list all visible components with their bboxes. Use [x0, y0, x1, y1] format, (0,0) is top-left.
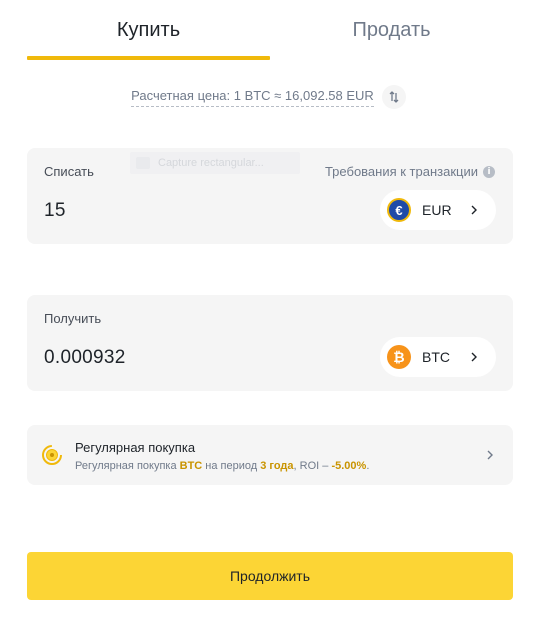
spend-amount-input[interactable]	[44, 200, 304, 222]
recurring-roi-prefix: , ROI –	[293, 460, 332, 472]
euro-icon: €	[387, 198, 411, 222]
bitcoin-icon: ₿	[387, 345, 411, 369]
capture-overlay: Capture rectangular...	[130, 152, 300, 174]
estimated-rate-row: Расчетная цена: 1 BTC ≈ 16,092.58 EUR	[0, 84, 537, 110]
chevron-right-icon	[471, 352, 477, 362]
recurring-roi-value: -5.00%	[331, 460, 367, 472]
spend-currency-selector[interactable]: € EUR	[380, 190, 496, 230]
buy-sell-tabs: Купить Продать	[27, 0, 513, 60]
chevron-right-icon	[471, 205, 477, 215]
info-icon[interactable]: i	[483, 165, 495, 178]
tab-sell[interactable]: Продать	[270, 0, 513, 60]
recurring-coin: BTC	[179, 460, 203, 472]
recurring-subtitle-mid: на период	[202, 460, 261, 472]
receive-amount-input[interactable]	[44, 347, 304, 369]
transaction-requirements-label: Требования к транзакции	[324, 164, 478, 179]
transaction-requirements[interactable]: Требования к транзакции i	[325, 164, 495, 179]
receive-currency-name: BTC	[422, 349, 450, 365]
continue-button[interactable]: Продолжить	[27, 552, 513, 600]
recurring-subtitle-prefix: Регулярная покупка	[75, 460, 180, 472]
estimated-rate-text[interactable]: Расчетная цена: 1 BTC ≈ 16,092.58 EUR	[131, 88, 374, 107]
recurring-buy-card[interactable]: Регулярная покупка Регулярная покупка BT…	[27, 425, 513, 485]
tab-buy[interactable]: Купить	[27, 0, 270, 60]
recurring-buy-subtitle: Регулярная покупка BTC на период 3 года,…	[75, 460, 369, 472]
capture-overlay-text: Capture rectangular...	[158, 157, 264, 169]
spend-label: Списать	[44, 164, 94, 179]
receive-currency-selector[interactable]: ₿ BTC	[380, 337, 496, 377]
swap-vertical-icon[interactable]	[381, 85, 406, 109]
chevron-right-icon	[487, 450, 493, 460]
capture-icon	[136, 157, 150, 169]
receive-card: Получить ₿ BTC	[27, 295, 513, 391]
recurring-period: 3 года	[260, 460, 294, 472]
spend-currency-name: EUR	[422, 202, 452, 218]
recurring-buy-title: Регулярная покупка	[75, 440, 196, 455]
recurring-subtitle-end: .	[366, 460, 370, 472]
receive-label: Получить	[44, 311, 102, 326]
recurring-clock-icon	[42, 445, 62, 465]
